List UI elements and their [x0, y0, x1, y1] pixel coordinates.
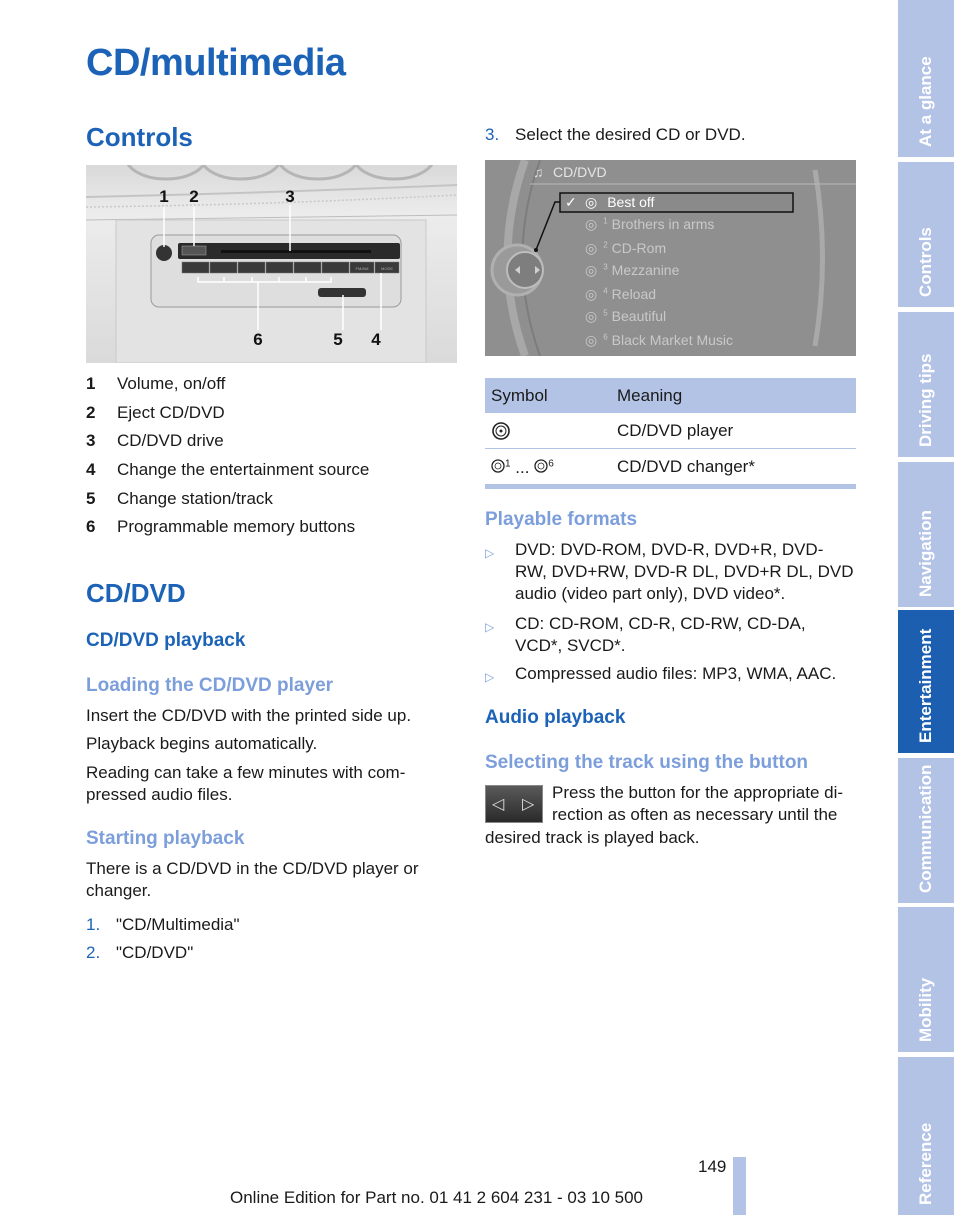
screen-list-item[interactable]: ◎ 2 CD-Rom [585, 240, 666, 257]
audio-text-1: Press the button for the appropriate di- [552, 783, 844, 802]
starting-text-a: There is a CD/DVD in the CD/DVD player o… [86, 859, 419, 878]
screen-title: CD/DVD [553, 164, 607, 180]
table-row: CD/DVD player [485, 413, 856, 449]
page-number: 149 [698, 1157, 727, 1176]
callout-4: 4 [371, 330, 381, 349]
selecting-track-heading: Selecting the track using the button [485, 752, 809, 773]
side-tab-navigation[interactable]: Navigation [898, 462, 954, 607]
screen-drawing: ♫ [485, 160, 856, 356]
loading-text-3b: pressed audio files. [86, 785, 233, 804]
meaning-cd-changer: CD/DVD changer* [617, 457, 755, 476]
screen-list-item[interactable]: ◎ Best off [585, 194, 654, 211]
side-tab-communication[interactable]: Communication [898, 758, 954, 903]
next-arrow-icon: ▷ [522, 796, 535, 813]
page-number-bar [733, 1157, 746, 1215]
audio-playback-heading: Audio playback [485, 707, 626, 728]
screen-list-item[interactable]: ◎ 3 Mezzanine [585, 262, 679, 279]
screen-list-item[interactable]: ◎ 5 Beautiful [585, 308, 666, 325]
bullet-triangle-icon: ▷ [485, 620, 495, 634]
loading-text-1: Insert the CD/DVD with the printed side … [86, 706, 412, 725]
playable-formats-heading: Playable formats [485, 509, 638, 530]
side-tab-reference[interactable]: Reference [898, 1057, 954, 1215]
cd-changer-icon: ◎ [585, 332, 598, 348]
track-button-image: ◁ ▷ [485, 785, 543, 823]
meaning-cd-player: CD/DVD player [617, 421, 734, 440]
screen-list-item[interactable]: ◎ 1 Brothers in arms [585, 216, 714, 233]
step-3: 3. Select the desired CD or DVD. [485, 125, 746, 144]
table-bottom-rule [485, 485, 856, 489]
page-title: CD/multimedia [86, 42, 346, 84]
side-tab-mobility[interactable]: Mobility [898, 907, 954, 1052]
table-row: 1 ... 6 CD/DVD changer* [485, 449, 856, 485]
symbol-table: Symbol Meaning CD/DVD player 1 ... 6 CD/… [485, 378, 856, 489]
audio-text-2: rection as often as necessary until the [552, 805, 838, 824]
header-meaning: Meaning [617, 386, 683, 405]
header-symbol: Symbol [491, 386, 548, 405]
callout-5: 5 [333, 330, 342, 349]
cddvd-heading: CD/DVD [86, 578, 186, 608]
previous-arrow-icon: ◁ [492, 796, 505, 813]
loading-text-2: Playback begins automatically. [86, 734, 318, 753]
cddvd-playback-heading: CD/DVD playback [86, 630, 246, 651]
radio-panel-drawing: FM/AM MODE 1 2 3 6 5 4 [86, 165, 457, 363]
callout-2: 2 [189, 187, 198, 206]
audio-text-3: desired track is played back. [485, 828, 700, 847]
mode-button-label: MODE [381, 266, 393, 271]
cd-player-icon: ◎ [585, 194, 598, 210]
starting-heading: Starting playback [86, 828, 245, 849]
screen-list-item[interactable]: ◎ 4 Reload [585, 286, 656, 303]
cd-changer-icons: 1 ... 6 [491, 457, 554, 478]
starting-text-b: changer. [86, 881, 152, 900]
cd-changer-icon [534, 458, 548, 477]
footer-edition: Online Edition for Part no. 01 41 2 604 … [230, 1188, 644, 1207]
cd-changer-icon: ◎ [585, 240, 598, 256]
table-header: Symbol Meaning [485, 378, 856, 413]
side-tab-driving-tips[interactable]: Driving tips [898, 312, 954, 457]
cd-changer-icon: ◎ [585, 216, 598, 232]
callout-1: 1 [159, 187, 168, 206]
cd-changer-icon: ◎ [585, 286, 598, 302]
cd-changer-icon [491, 458, 505, 477]
step-1: 1. "CD/Multimedia" [86, 915, 240, 934]
radio-panel-illustration: FM/AM MODE 1 2 3 6 5 4 [86, 165, 457, 363]
controls-heading: Controls [86, 122, 193, 152]
cd-player-icon [491, 421, 511, 446]
screen-checkmark: ✓ [565, 194, 577, 210]
bullet-triangle-icon: ▷ [485, 546, 495, 560]
bullet-triangle-icon: ▷ [485, 670, 495, 684]
side-tab-at-a-glance[interactable]: At a glance [898, 0, 954, 157]
idrive-screen-illustration: ♫ CD/DVD ✓ ◎ Best off ◎ 1 Brothers in arms ◎ 2… [485, 160, 856, 356]
screen-list-item[interactable]: ◎ 6 Black Market Music [585, 332, 733, 349]
callout-6: 6 [253, 330, 262, 349]
loading-text-3a: Reading can take a few minutes with com- [86, 763, 406, 782]
side-tab-entertainment[interactable]: Entertainment [898, 610, 954, 753]
fm-am-button-label: FM/AM [356, 266, 369, 271]
loading-heading: Loading the CD/DVD player [86, 675, 334, 696]
step-2: 2. "CD/DVD" [86, 943, 194, 962]
callout-3: 3 [285, 187, 294, 206]
cd-changer-icon: ◎ [585, 308, 598, 324]
cd-changer-icon: ◎ [585, 262, 598, 278]
screen-music-icon: ♫ [533, 164, 544, 180]
side-tab-controls[interactable]: Controls [898, 162, 954, 307]
